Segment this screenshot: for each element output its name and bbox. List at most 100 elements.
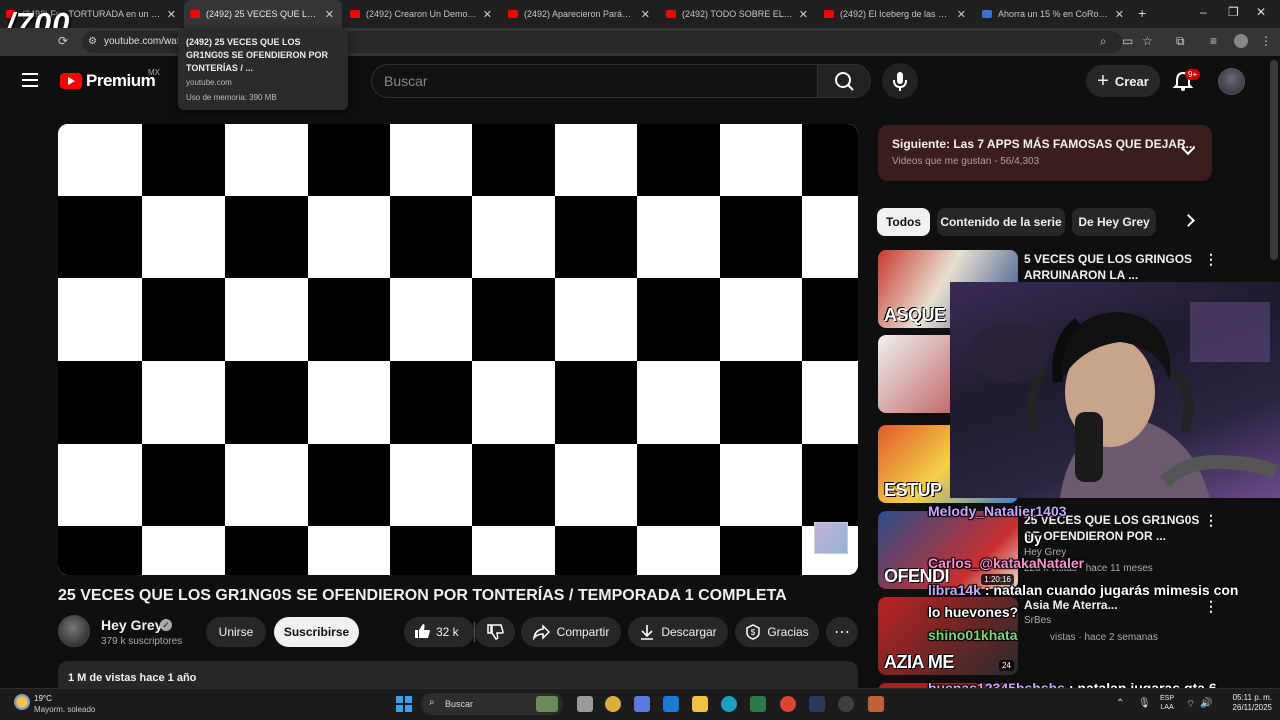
browser-profile-icon[interactable] (1234, 34, 1248, 48)
chevron-right-icon[interactable] (1182, 214, 1195, 227)
join-button[interactable]: Unirse (206, 617, 266, 647)
thanks-label: Gracias (767, 625, 809, 639)
taskbar-search-label: Buscar (445, 699, 474, 709)
create-button[interactable]: + Crear (1086, 65, 1160, 97)
account-avatar[interactable] (1218, 68, 1245, 95)
chrome-icon[interactable] (780, 696, 796, 712)
app-icon[interactable] (868, 696, 884, 712)
search-button[interactable] (817, 64, 871, 98)
browser-tab-active[interactable]: (2492) 25 VECES QUE LOS GR1NG0S... ✕ (184, 0, 342, 28)
chat-text: Uy (1024, 530, 1042, 546)
youtube-premium-logo[interactable]: Premium (60, 71, 156, 91)
obs-icon[interactable] (838, 696, 854, 712)
browser-tab[interactable]: Ahorra un 15 % en CoRoT en S... ✕ (976, 0, 1132, 28)
kebab-menu-icon[interactable]: ⋮ (1204, 512, 1218, 529)
file-explorer-icon[interactable] (692, 696, 708, 712)
search-icon (835, 72, 854, 91)
recommended-meta: vistas · hace 2 semanas (1050, 632, 1158, 643)
dislike-button[interactable] (475, 617, 515, 647)
steam-favicon-icon (982, 10, 992, 18)
task-view-icon[interactable] (577, 696, 593, 712)
checker-square (308, 278, 390, 361)
zoom-icon[interactable]: ⌕ (1100, 34, 1107, 49)
thumbnail-text: AZIA ME (884, 652, 954, 672)
browser-tab[interactable]: (2492) Crearon Un Demonio Sa... ✕ (344, 0, 500, 28)
share-label: Compartir (556, 625, 610, 639)
kebab-menu-icon[interactable]: ⋮ (1204, 251, 1218, 268)
close-tab-icon[interactable]: ✕ (167, 8, 176, 21)
checker-square (390, 196, 472, 278)
filter-chip-channel[interactable]: De Hey Grey (1072, 208, 1156, 236)
maximize-icon[interactable]: ❐ (1228, 5, 1239, 19)
close-window-icon[interactable]: ✕ (1256, 5, 1266, 19)
share-button[interactable]: Compartir (521, 617, 621, 647)
cast-icon[interactable]: ▭ (1122, 34, 1133, 48)
subscriber-count: 379 k suscriptores (101, 636, 183, 647)
checker-square (555, 196, 637, 278)
recommended-title[interactable]: 5 VECES QUE LOS GRINGOS ARRUINARON LA ..… (1024, 251, 1200, 283)
filter-chip-all[interactable]: Todos (877, 208, 930, 236)
reading-list-icon[interactable]: ≡ (1210, 34, 1217, 48)
youtube-favicon-icon (824, 10, 834, 18)
search-highlight-icon[interactable] (536, 696, 558, 712)
keyboard-language[interactable]: ESP LAA (1160, 694, 1174, 712)
layout-code: LAA (1160, 704, 1174, 711)
video-frame-checkerboard (58, 124, 858, 575)
chat-message: shino01khata (928, 627, 1017, 643)
store-icon[interactable] (663, 696, 679, 712)
start-button-icon[interactable] (396, 696, 412, 712)
page-scrollbar[interactable] (1270, 60, 1278, 260)
filter-chip-series[interactable]: Contenido de la serie (937, 208, 1065, 236)
subscribe-button[interactable]: Suscribirse (274, 617, 359, 647)
recommended-thumbnail[interactable]: OFENDI 1:20:16 (878, 511, 1018, 589)
close-tab-icon[interactable]: ✕ (483, 8, 492, 21)
new-tab-icon[interactable]: + (1138, 5, 1146, 21)
checker-square (637, 124, 720, 196)
app-icon[interactable] (605, 696, 621, 712)
youtube-favicon-icon (350, 10, 360, 18)
like-button[interactable]: 32 k (404, 617, 474, 647)
checker-square (142, 278, 225, 361)
close-tab-icon[interactable]: ✕ (957, 8, 966, 21)
weather-icon[interactable] (14, 694, 30, 710)
bookmark-star-icon[interactable]: ☆ (1142, 34, 1153, 48)
microphone-tray-icon[interactable]: 🎙 (1138, 698, 1151, 709)
extensions-icon[interactable]: ⧉ (1176, 34, 1185, 49)
search-input[interactable] (371, 64, 817, 98)
wifi-icon[interactable]: ⌔ (1186, 698, 1195, 711)
steam-icon[interactable] (809, 696, 825, 712)
channel-avatar[interactable] (58, 615, 90, 647)
edge-icon[interactable] (721, 696, 737, 712)
close-tab-icon[interactable]: ✕ (325, 8, 334, 21)
reload-icon[interactable]: ⟳ (58, 34, 68, 48)
copilot-icon[interactable] (634, 696, 650, 712)
video-player[interactable] (58, 124, 858, 575)
app-icon[interactable] (750, 696, 766, 712)
super-thanks-button[interactable]: $ Gracias (735, 617, 819, 647)
close-tab-icon[interactable]: ✕ (1115, 8, 1124, 21)
video-watermark-thumbnail (814, 522, 848, 554)
close-tab-icon[interactable]: ✕ (641, 8, 650, 21)
voice-search-button[interactable] (882, 63, 918, 99)
browser-menu-icon[interactable]: ⋮ (1260, 34, 1272, 48)
checker-square (472, 444, 555, 526)
browser-tab[interactable]: (2492) TODO SOBRE EL CASO ... ✕ (660, 0, 816, 28)
close-tab-icon[interactable]: ✕ (799, 8, 808, 21)
more-actions-button[interactable]: ⋯ (826, 617, 858, 647)
system-clock[interactable]: 05:11 p. m. 26/11/2025 (1226, 693, 1272, 713)
volume-icon[interactable]: 🔊 (1200, 698, 1212, 709)
notification-count-badge: 9+ (1185, 69, 1201, 80)
browser-tab[interactable]: (2492) Aparecieron Parásitos G... ✕ (502, 0, 658, 28)
download-button[interactable]: Descargar (628, 617, 728, 647)
hamburger-menu-icon[interactable] (22, 73, 38, 87)
tray-chevron-icon[interactable]: ⌃ (1116, 698, 1124, 709)
channel-name[interactable]: Hey Grey (101, 617, 162, 633)
site-info-icon[interactable]: ⚙ (88, 36, 97, 47)
tab-title: (2492) TODO SOBRE EL CASO ... (682, 9, 793, 19)
tooltip-memory: Uso de memoria: 390 MB (186, 93, 277, 102)
next-video-title: Siguiente: Las 7 APPS MÁS FAMOSAS QUE DE… (892, 137, 1196, 151)
video-title: 25 VECES QUE LOS GR1NG0S SE OFENDIERON P… (58, 587, 787, 604)
minimize-icon[interactable]: – (1200, 5, 1207, 19)
browser-tab[interactable]: (2492) El Iceberg de las Grabac... ✕ (818, 0, 974, 28)
playlist-next-card[interactable] (878, 125, 1212, 181)
